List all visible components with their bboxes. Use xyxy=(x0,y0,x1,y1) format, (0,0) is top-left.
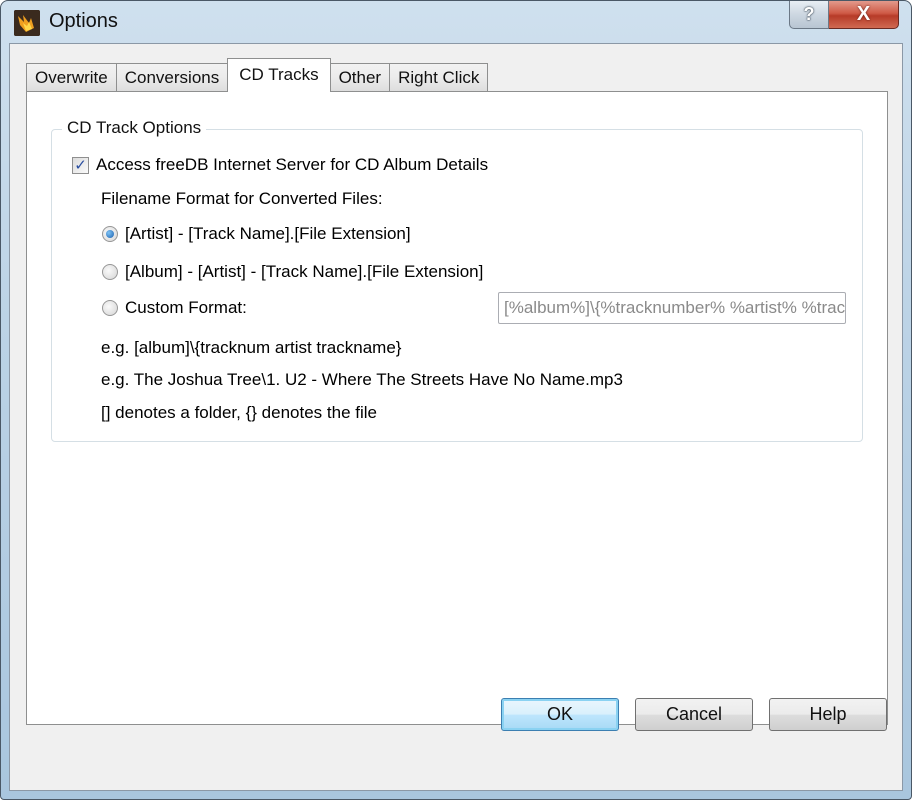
custom-format-input[interactable]: [%album%]\{%tracknumber% %artist% %trac xyxy=(498,292,846,324)
format-option-album-artist-track[interactable]: [Album] - [Artist] - [Track Name].[File … xyxy=(102,262,483,282)
freedb-option[interactable]: ✓ Access freeDB Internet Server for CD A… xyxy=(72,155,488,175)
format-option-artist-track[interactable]: [Artist] - [Track Name].[File Extension] xyxy=(102,224,411,244)
example-text: e.g. [album]\{tracknum artist trackname} xyxy=(101,338,402,357)
freedb-label[interactable]: Access freeDB Internet Server for CD Alb… xyxy=(96,155,488,175)
group-title: CD Track Options xyxy=(62,118,207,138)
tab-other[interactable]: Other xyxy=(329,63,391,92)
format-option-custom[interactable]: Custom Format: xyxy=(102,298,247,318)
help-caption-button[interactable]: ? xyxy=(789,1,829,29)
question-icon: ? xyxy=(803,4,815,24)
format-option-label[interactable]: [Album] - [Artist] - [Track Name].[File … xyxy=(125,262,483,282)
example-text: [] denotes a folder, {} denotes the file xyxy=(101,403,377,422)
radio-selected-dot xyxy=(106,230,114,238)
title-bar[interactable]: Options ? X xyxy=(1,1,911,43)
dialog-client-area: Overwrite Conversions CD Tracks Other Ri… xyxy=(9,43,903,791)
example-line: e.g. The Joshua Tree\1. U2 - Where The S… xyxy=(101,370,623,390)
close-button[interactable]: X xyxy=(829,1,899,29)
filename-format-label: Filename Format for Converted Files: xyxy=(101,189,383,209)
help-button[interactable]: Help xyxy=(769,698,887,731)
ok-button[interactable]: OK xyxy=(501,698,619,731)
radio-custom-format[interactable] xyxy=(102,300,118,316)
radio-artist-track[interactable] xyxy=(102,226,118,242)
format-option-label[interactable]: Custom Format: xyxy=(125,298,247,318)
tab-overwrite[interactable]: Overwrite xyxy=(26,63,117,92)
close-icon: X xyxy=(856,3,871,25)
radio-album-artist-track[interactable] xyxy=(102,264,118,280)
window-title: Options xyxy=(49,10,118,32)
freedb-checkbox[interactable]: ✓ xyxy=(72,156,89,174)
filename-format-text: Filename Format for Converted Files: xyxy=(101,189,383,208)
options-dialog: Options ? X Overwrite Conversions CD Tra… xyxy=(0,0,912,800)
checkmark-icon: ✓ xyxy=(74,156,87,174)
example-line: e.g. [album]\{tracknum artist trackname} xyxy=(101,338,401,358)
cd-track-options-group: CD Track Options ✓ Access freeDB Interne… xyxy=(51,118,863,442)
tab-strip: Overwrite Conversions CD Tracks Other Ri… xyxy=(26,58,489,92)
format-option-label[interactable]: [Artist] - [Track Name].[File Extension] xyxy=(125,224,411,244)
tab-right-click[interactable]: Right Click xyxy=(389,63,489,92)
app-flame-icon xyxy=(14,10,40,36)
tab-cd-tracks[interactable]: CD Tracks xyxy=(227,58,331,92)
example-text: e.g. The Joshua Tree\1. U2 - Where The S… xyxy=(101,370,623,389)
tab-conversions[interactable]: Conversions xyxy=(115,63,229,92)
example-line: [] denotes a folder, {} denotes the file xyxy=(101,403,377,423)
tab-panel-cd-tracks: CD Track Options ✓ Access freeDB Interne… xyxy=(26,91,888,725)
cancel-button[interactable]: Cancel xyxy=(635,698,753,731)
